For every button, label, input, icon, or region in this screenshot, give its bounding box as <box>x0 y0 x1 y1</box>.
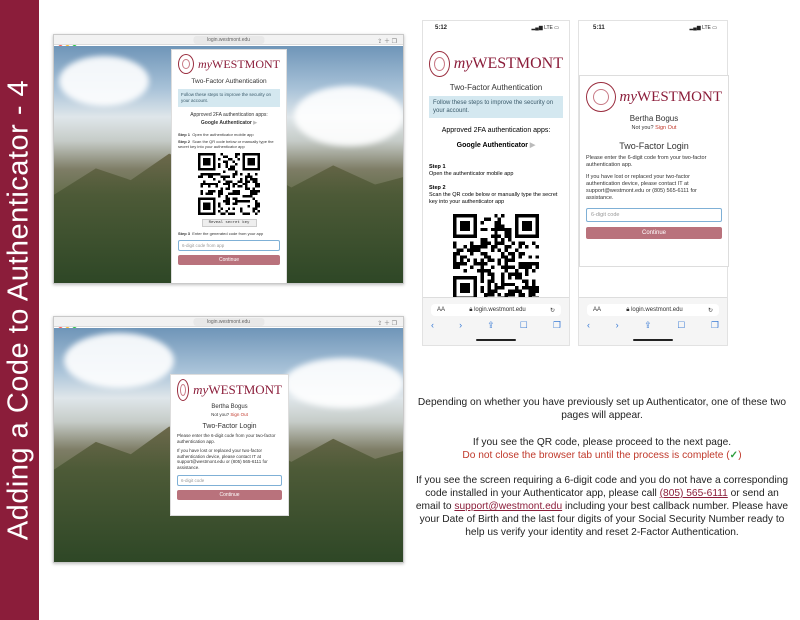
college-seal-icon <box>177 379 190 401</box>
email-link[interactable]: support@westmont.edu <box>454 501 562 512</box>
two-factor-login-card: myWESTMONT Bertha Bogus Not you? Sign Ou… <box>170 374 289 516</box>
phone-link[interactable]: (805) 565-6111 <box>660 488 728 499</box>
step-3: Step 3 Enter the generated code from you… <box>178 231 264 236</box>
safari-bottom-bar: AA 🔒︎ login.westmont.edu ↻ ‹ › ⇪ ☐ ❐ <box>423 297 569 345</box>
qr-code <box>198 153 260 215</box>
step-2: Step 2 Scan the QR code below or manually… <box>429 185 558 205</box>
reload-icon: ↻ <box>707 307 713 314</box>
code-input[interactable]: 6-digit code from app <box>178 240 280 251</box>
share-icon[interactable]: ⇪ <box>487 320 495 331</box>
two-factor-setup-card: myWESTMONT Two-Factor Authentication Fol… <box>171 49 287 283</box>
card-title: Two-Factor Login <box>202 423 257 430</box>
user-name: Bertha Bogus <box>629 114 679 123</box>
browser-toolbar: login.westmont.edu ⇪ ＋ ❐ <box>54 317 403 332</box>
browser-toolbar: login.westmont.edu ⇪ ＋ ❐ <box>54 35 403 50</box>
lost-device-text: If you have lost or replaced your two-fa… <box>177 448 268 470</box>
card-title: Two-Factor Authentication <box>449 83 543 92</box>
continue-button[interactable]: Continue <box>178 255 280 265</box>
address-bar[interactable]: login.westmont.edu <box>192 318 265 326</box>
instruction-text: Please enter the 6-digit code from your … <box>177 433 276 444</box>
instructions-qr: If you see the QR code, please proceed t… <box>462 437 742 461</box>
tabs-icon[interactable]: ❐ <box>711 320 719 331</box>
step-2: Step 2 Scan the QR code below or manuall… <box>178 139 274 149</box>
lock-icon: 🔒︎ login.westmont.edu <box>626 306 683 313</box>
tabs-icon[interactable]: ❐ <box>553 320 561 331</box>
bookmarks-icon[interactable]: ☐ <box>677 320 685 331</box>
phone-screen-setup: 5:12 ▂▄▆ LTE ▭ myWESTMONT Two-Factor Aut… <box>422 20 570 346</box>
step-1: Step 1 Open the authenticator mobile app <box>178 132 254 137</box>
share-icon[interactable]: ⇪ <box>644 320 652 331</box>
continue-button[interactable]: Continue <box>586 227 722 239</box>
play-store-icon: ▶ <box>253 120 258 126</box>
app-name: Google Authenticator ▶ <box>456 142 536 149</box>
bookmarks-icon[interactable]: ☐ <box>520 320 528 331</box>
app-name: Google Authenticator ▶ <box>200 120 258 126</box>
home-indicator <box>476 339 516 341</box>
back-icon[interactable]: ‹ <box>431 320 434 331</box>
instructions-code: If you see the screen requiring a 6-digi… <box>415 475 789 538</box>
forward-icon[interactable]: › <box>459 320 462 331</box>
sign-out-link[interactable]: Sign Out <box>230 412 248 417</box>
info-box: Follow these steps to improve the securi… <box>178 89 280 107</box>
instructions-text: Depending on whether you have previously… <box>412 396 792 547</box>
home-indicator <box>633 339 673 341</box>
college-seal-icon <box>429 51 450 77</box>
mobile-address-bar[interactable]: AA 🔒︎ login.westmont.edu ↻ <box>587 304 719 316</box>
instruction-text: Please enter the 6-digit code from your … <box>586 155 707 168</box>
card-title: Two-Factor Login <box>619 141 689 151</box>
status-signal: ▂▄▆ LTE ▭ <box>689 25 717 31</box>
step-1: Step 1 Open the authenticator mobile app <box>429 164 514 177</box>
status-time: 5:11 <box>593 25 605 31</box>
not-you-line: Not you? Sign Out <box>211 412 248 417</box>
college-seal-icon <box>586 82 616 112</box>
page: Adding a Code to Authenticator - 4 login… <box>0 0 800 620</box>
forward-icon[interactable]: › <box>616 320 619 331</box>
code-input[interactable]: 6-digit code <box>177 475 282 486</box>
info-box: Follow these steps to improve the securi… <box>429 96 563 118</box>
signal-icon: ▂▄▆ <box>689 25 701 31</box>
lost-device-text: If you have lost or replaced your two-fa… <box>586 174 697 201</box>
reload-icon: ↻ <box>549 307 555 314</box>
card-title: Two-Factor Authentication <box>191 78 267 85</box>
signal-icon: ▂▄▆ <box>531 25 543 31</box>
play-store-icon: ▶ <box>529 142 536 149</box>
not-you-line: Not you? Sign Out <box>631 125 677 131</box>
westmont-logo: myWESTMONT <box>178 54 280 74</box>
browser-window-login: login.westmont.edu ⇪ ＋ ❐ myWESTMONT Bert… <box>53 316 404 563</box>
approved-apps-label: Approved 2FA authentication apps: <box>441 127 551 134</box>
safari-nav: ‹ › ⇪ ☐ ❐ <box>431 320 561 331</box>
check-icon: ✓ <box>729 450 739 461</box>
instructions-intro: Depending on whether you have previously… <box>417 397 787 421</box>
westmont-logo: myWESTMONT <box>177 379 282 401</box>
approved-apps-label: Approved 2FA authentication apps: <box>190 112 268 118</box>
banner-title: Adding a Code to Authenticator - 4 <box>2 79 35 541</box>
mobile-address-bar[interactable]: AA 🔒︎ login.westmont.edu ↻ <box>431 304 561 316</box>
user-name: Bertha Bogus <box>211 404 248 410</box>
status-signal: ▂▄▆ LTE ▭ <box>531 25 559 31</box>
share-icon[interactable]: ⇪ ＋ ❐ <box>377 36 397 45</box>
lock-icon: 🔒︎ login.westmont.edu <box>469 306 526 313</box>
phone-screen-login: 5:11 ▂▄▆ LTE ▭ myWESTMONT Bertha Bogus N… <box>578 20 729 346</box>
college-seal-icon <box>178 54 194 74</box>
code-input[interactable]: 6-digit code <box>586 208 722 222</box>
sign-out-link[interactable]: Sign Out <box>655 125 676 131</box>
two-factor-login-card: myWESTMONT Bertha Bogus Not you? Sign Ou… <box>579 75 729 267</box>
westmont-logo: myWESTMONT <box>429 51 563 77</box>
warning-text: Do not close the browser tab until the p… <box>462 450 742 461</box>
status-time: 5:12 <box>435 25 448 31</box>
side-banner: Adding a Code to Authenticator - 4 <box>0 0 39 620</box>
back-icon[interactable]: ‹ <box>587 320 590 331</box>
address-bar[interactable]: login.westmont.edu <box>192 36 265 44</box>
safari-nav: ‹ › ⇪ ☐ ❐ <box>587 320 719 331</box>
share-icon[interactable]: ⇪ ＋ ❐ <box>377 318 397 327</box>
continue-button[interactable]: Continue <box>177 490 282 500</box>
westmont-logo: myWESTMONT <box>586 82 722 112</box>
safari-bottom-bar: AA 🔒︎ login.westmont.edu ↻ ‹ › ⇪ ☐ ❐ <box>579 297 727 345</box>
browser-window-setup: login.westmont.edu ⇪ ＋ ❐ myWESTMONT Two-… <box>53 34 404 284</box>
battery-icon: ▭ <box>554 25 559 31</box>
qr-code <box>453 214 539 300</box>
reveal-secret-key-button[interactable]: Reveal secret key <box>201 219 257 227</box>
battery-icon: ▭ <box>712 25 717 31</box>
